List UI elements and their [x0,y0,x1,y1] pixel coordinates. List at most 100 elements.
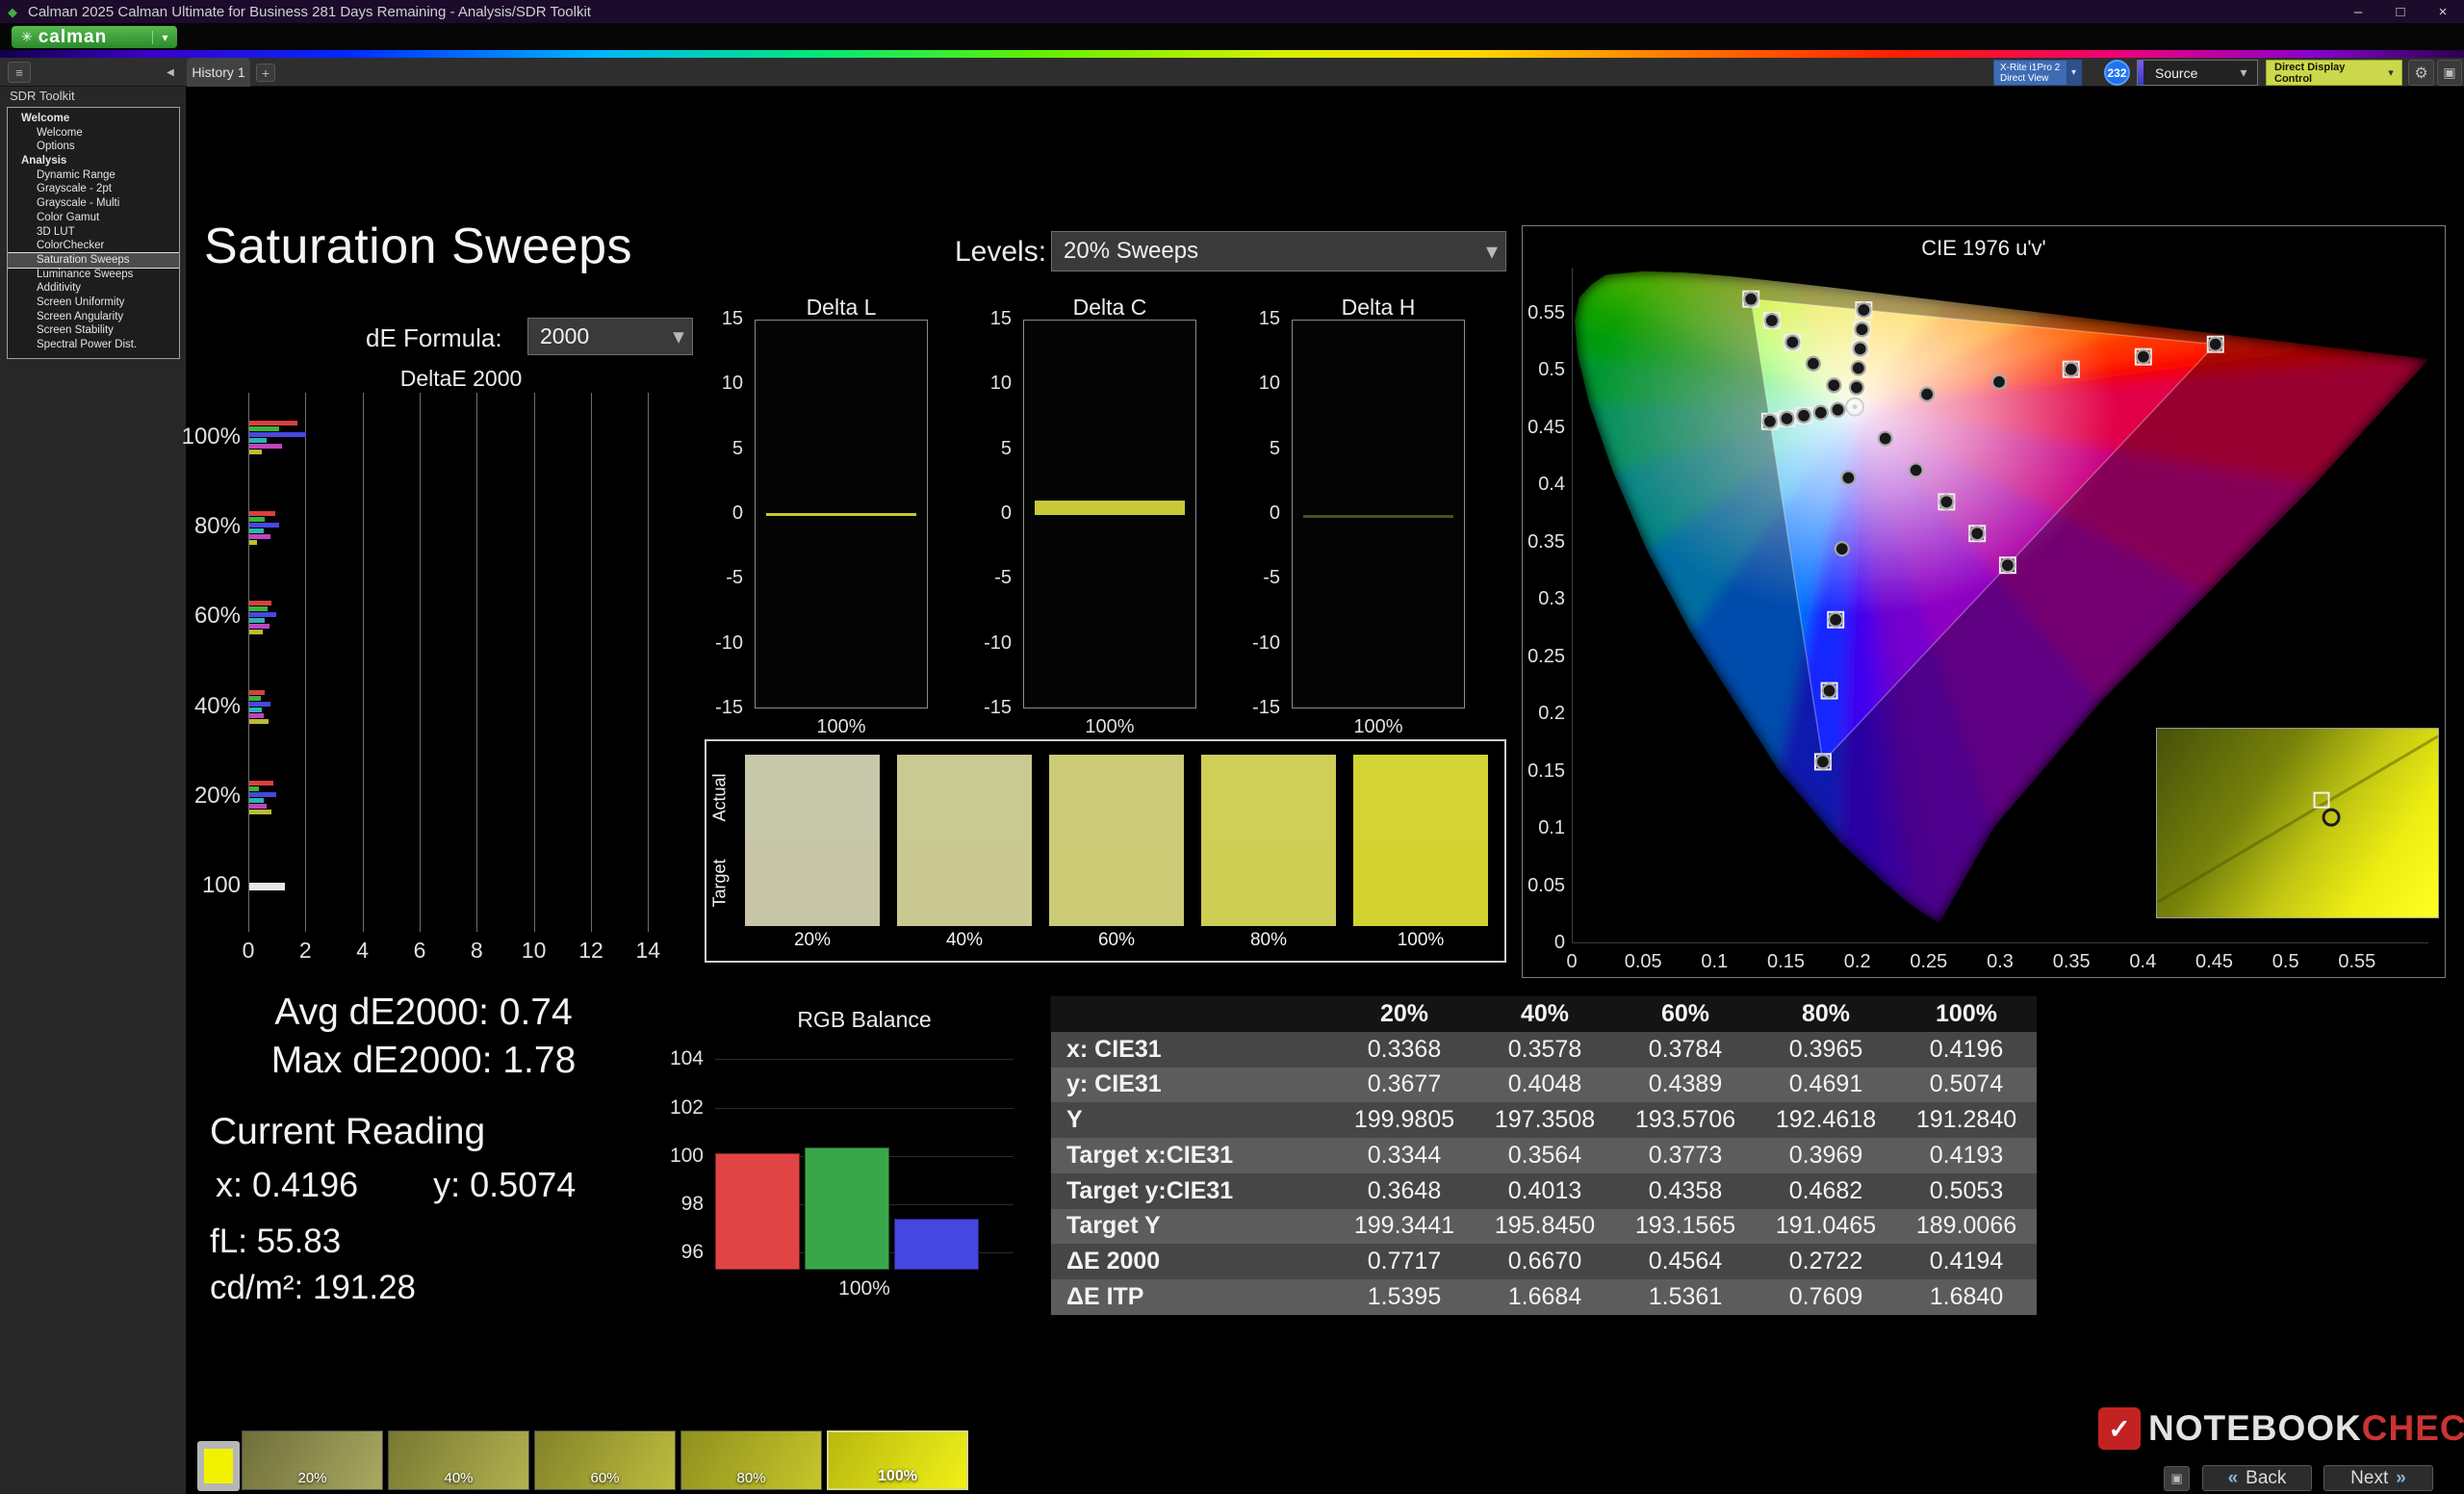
table-cell: 189.0066 [1896,1209,2037,1245]
table-cell: 199.3441 [1334,1209,1475,1245]
sidebar-item-colorchecker[interactable]: ColorChecker [8,239,179,253]
source-dropdown[interactable]: Source ▾ [2137,60,2258,86]
next-chevrons-icon: » [2396,1468,2406,1489]
sidebar-item-3d-lut[interactable]: 3D LUT [8,225,179,240]
sidebar-item-additivity[interactable]: Additivity [8,281,179,296]
film-strip-patch-100%[interactable]: 100% [827,1430,968,1490]
measurement-point [1797,409,1810,423]
source-dropdown-value: Source [2143,65,2230,81]
table-header-cell: 100% [1896,996,2037,1032]
delta-c-y-tick-label: 0 [963,502,1012,525]
measurement-point [1765,314,1779,327]
measurement-point [1854,342,1867,355]
rgb-gridline [715,1108,1014,1109]
delta-l-xlabel: 100% [755,716,928,738]
meter-select-button[interactable]: X-Rite i1Pro 2 Direct View ▾ [1993,60,2082,86]
cie-y-tick-label: 0.2 [1482,703,1565,725]
table-cell: 193.1565 [1615,1209,1756,1245]
measurement-point [2209,338,2222,351]
tab-bar: ≡ ◀ History 1 + X-Rite i1Pro 2 Direct Vi… [0,58,2464,87]
measurement-point [2001,558,2015,572]
menu-bar: ✳ calman ▾ [0,23,2464,50]
sidebar-item-screen-uniformity[interactable]: Screen Uniformity [8,296,179,310]
sidebar-item-screen-angularity[interactable]: Screen Angularity [8,310,179,324]
tab-scroll-left-icon[interactable]: ◀ [160,63,181,82]
back-chevrons-icon: « [2228,1468,2239,1489]
delta-l-y-tick-label: -10 [695,632,743,655]
deltae-ylabels: 100%80%60%40%20%100 [142,393,241,932]
current-patch-tile[interactable] [197,1441,240,1491]
sidebar-item-welcome[interactable]: Welcome [8,112,179,126]
delta-c-y-tick-label: 5 [963,438,1012,460]
sidebar-item-grayscale-multi[interactable]: Grayscale - Multi [8,196,179,211]
sidebar-collapse-button[interactable]: ≡ [8,62,31,83]
back-button[interactable]: « Back [2202,1465,2312,1491]
table-header-cell: 20% [1334,996,1475,1032]
sidebar-item-analysis[interactable]: Analysis [8,154,179,168]
sidebar-item-grayscale-2pt[interactable]: Grayscale - 2pt [8,182,179,196]
deltae-x-tick-label: 0 [229,938,268,964]
sidebar-item-welcome[interactable]: Welcome [8,126,179,141]
levels-dropdown[interactable]: 20% Sweeps ▾ [1051,231,1506,271]
sidebar-item-options[interactable]: Options [8,140,179,154]
sidebar-item-screen-stability[interactable]: Screen Stability [8,323,179,338]
deltae-bar [249,630,263,634]
deltae-x-tick-label: 4 [344,938,382,964]
table-cell: 197.3508 [1475,1102,1615,1138]
deltae-plot [248,393,674,932]
swatch-level-label: 100% [1353,930,1488,951]
sidebar-item-saturation-sweeps[interactable]: Saturation Sweeps [8,253,179,268]
next-button[interactable]: Next » [2323,1465,2433,1491]
current-reading-title: Current Reading [210,1111,485,1153]
sidebar-item-spectral-power-dist-[interactable]: Spectral Power Dist. [8,338,179,352]
table-cell: 191.0465 [1756,1209,1896,1245]
saturation-swatch [745,755,880,926]
film-strip-patch-40%[interactable]: 40% [388,1430,529,1490]
display-control-dropdown[interactable]: Direct Display Control ▾ [2266,60,2402,86]
measurement-point [1781,412,1794,425]
deltae-bar [249,606,268,611]
film-strip-patch-label: 60% [535,1470,675,1486]
measurement-point [1827,378,1840,392]
close-button[interactable]: × [2422,0,2464,23]
sidebar-item-dynamic-range[interactable]: Dynamic Range [8,168,179,183]
deltae-bar [249,540,257,545]
layout-grid-button[interactable]: ▣ [2437,60,2462,86]
film-strip-patch-80%[interactable]: 80% [680,1430,822,1490]
film-strip-patch-60%[interactable]: 60% [534,1430,676,1490]
sidebar-item-color-gamut[interactable]: Color Gamut [8,211,179,225]
sidebar-title: SDR Toolkit [10,89,75,103]
delta-c-y-tick-label: -5 [963,567,1012,589]
delta-c-y-tick-label: -10 [963,632,1012,655]
calman-menu-button[interactable]: ✳ calman ▾ [12,26,177,48]
settings-gear-button[interactable]: ⚙ [2408,60,2434,86]
cie-x-tick-label: 0.35 [2042,951,2100,973]
delta-h-title: Delta H [1292,295,1465,321]
table-cell: 0.4194 [1896,1244,2037,1279]
table-cell: 0.3773 [1615,1138,1756,1173]
minimize-button[interactable]: – [2337,0,2379,23]
notebookcheck-check-icon: ✓ [2098,1407,2141,1450]
chevron-down-icon: ▾ [2230,64,2257,81]
film-strip-patch-20%[interactable]: 20% [242,1430,383,1490]
meter-count-badge[interactable]: 232 [2104,60,2130,86]
cie-x-tick-label: 0.15 [1758,951,1815,973]
cie-x-tick-label: 0.05 [1614,951,1672,973]
rgb-bar-green [805,1147,889,1270]
table-header-cell [1051,996,1334,1032]
deltae-gridline [476,393,477,932]
measurement-point [1992,375,2006,389]
maximize-button[interactable]: □ [2379,0,2422,23]
deltae-bar [249,534,270,539]
deltae-bar [249,781,273,786]
sidebar-item-luminance-sweeps[interactable]: Luminance Sweeps [8,268,179,282]
delta-h-ylabels: 151050-5-10-15 [1232,320,1286,708]
tab-history-1[interactable]: History 1 [187,58,250,87]
measurement-point [1855,322,1868,336]
de-formula-dropdown[interactable]: 2000 ▾ [527,318,693,355]
add-tab-button[interactable]: + [256,64,275,82]
levels-value: 20% Sweeps [1052,238,1478,265]
layout-mode-button[interactable]: ▣ [2164,1466,2190,1491]
film-strip-patch-label: 20% [243,1470,382,1486]
delta-c-plot [1023,320,1196,708]
